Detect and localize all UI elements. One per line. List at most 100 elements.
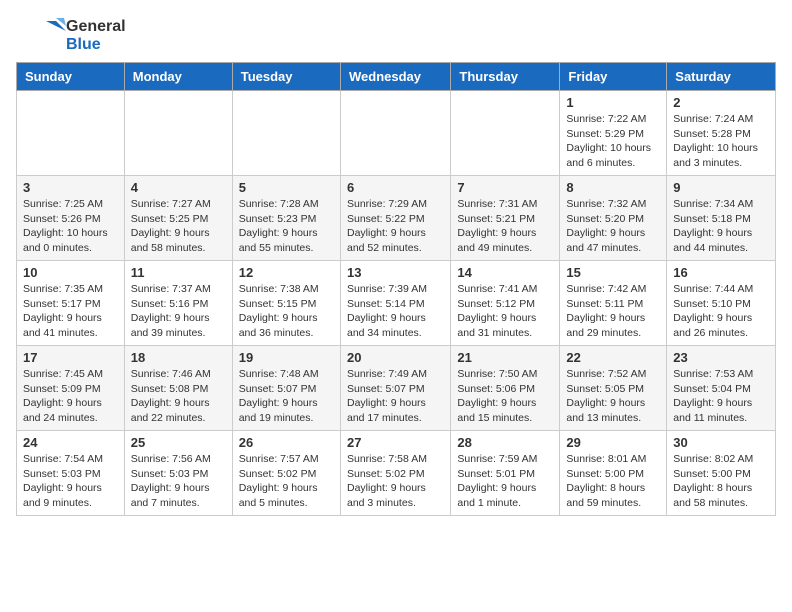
calendar-cell: 25Sunrise: 7:56 AM Sunset: 5:03 PM Dayli… [124,431,232,516]
day-number: 28 [457,435,553,450]
day-info: Sunrise: 7:25 AM Sunset: 5:26 PM Dayligh… [23,197,118,256]
weekday-header-tuesday: Tuesday [232,63,340,91]
day-number: 4 [131,180,226,195]
day-number: 7 [457,180,553,195]
calendar-cell: 2Sunrise: 7:24 AM Sunset: 5:28 PM Daylig… [667,91,776,176]
calendar-cell [451,91,560,176]
calendar-cell: 3 Sunrise: 7:25 AM Sunset: 5:26 PM Daylig… [17,176,125,261]
day-number: 21 [457,350,553,365]
day-number: 14 [457,265,553,280]
day-number: 12 [239,265,334,280]
calendar-cell [17,91,125,176]
weekday-header-sunday: Sunday [17,63,125,91]
day-info: Sunrise: 7:28 AM Sunset: 5:23 PM Dayligh… [239,197,334,256]
calendar-cell: 19 Sunrise: 7:48 AM Sunset: 5:07 PM Dayli… [232,346,340,431]
day-number: 1 [566,95,660,110]
day-info: Sunrise: 7:44 AM Sunset: 5:10 PM Dayligh… [673,282,769,341]
logo-text: GeneralBlue [66,18,126,53]
day-number: 8 [566,180,660,195]
weekday-header-thursday: Thursday [451,63,560,91]
day-number: 15 [566,265,660,280]
calendar-cell: 26 Sunrise: 7:57 AM Sunset: 5:02 PM Dayli… [232,431,340,516]
calendar-cell: 8 Sunrise: 7:32 AM Sunset: 5:20 PM Daylig… [560,176,667,261]
calendar-cell: 18 Sunrise: 7:46 AM Sunset: 5:08 PM Dayli… [124,346,232,431]
calendar-cell: 5 Sunrise: 7:28 AM Sunset: 5:23 PM Daylig… [232,176,340,261]
day-number: 3 [23,180,118,195]
day-info: Sunrise: 7:48 AM Sunset: 5:07 PM Dayligh… [239,367,334,426]
day-number: 10 [23,265,118,280]
calendar-cell: 4Sunrise: 7:27 AM Sunset: 5:25 PM Daylig… [124,176,232,261]
calendar-cell: 22 Sunrise: 7:52 AM Sunset: 5:05 PM Dayli… [560,346,667,431]
day-number: 5 [239,180,334,195]
day-info: Sunrise: 7:38 AM Sunset: 5:15 PM Dayligh… [239,282,334,341]
day-info: Sunrise: 7:49 AM Sunset: 5:07 PM Dayligh… [347,367,444,426]
calendar-cell: 13Sunrise: 7:39 AM Sunset: 5:14 PM Dayli… [340,261,450,346]
day-info: Sunrise: 7:57 AM Sunset: 5:02 PM Dayligh… [239,452,334,511]
calendar-cell: 24 Sunrise: 7:54 AM Sunset: 5:03 PM Dayli… [17,431,125,516]
day-number: 22 [566,350,660,365]
day-number: 23 [673,350,769,365]
day-number: 19 [239,350,334,365]
day-info: Sunrise: 8:02 AM Sunset: 5:00 PM Dayligh… [673,452,769,511]
weekday-header-monday: Monday [124,63,232,91]
day-number: 17 [23,350,118,365]
calendar-cell: 21 Sunrise: 7:50 AM Sunset: 5:06 PM Dayli… [451,346,560,431]
day-info: Sunrise: 7:22 AM Sunset: 5:29 PM Dayligh… [566,112,660,171]
calendar-cell: 10 Sunrise: 7:35 AM Sunset: 5:17 PM Dayli… [17,261,125,346]
day-number: 24 [23,435,118,450]
day-info: Sunrise: 7:41 AM Sunset: 5:12 PM Dayligh… [457,282,553,341]
day-info: Sunrise: 7:32 AM Sunset: 5:20 PM Dayligh… [566,197,660,256]
weekday-header-saturday: Saturday [667,63,776,91]
week-row-2: 3 Sunrise: 7:25 AM Sunset: 5:26 PM Daylig… [17,176,776,261]
calendar-cell: 7Sunrise: 7:31 AM Sunset: 5:21 PM Daylig… [451,176,560,261]
logo-blue: Blue [66,36,126,54]
day-info: Sunrise: 7:37 AM Sunset: 5:16 PM Dayligh… [131,282,226,341]
calendar-cell: 30 Sunrise: 8:02 AM Sunset: 5:00 PM Dayli… [667,431,776,516]
calendar-cell: 9 Sunrise: 7:34 AM Sunset: 5:18 PM Daylig… [667,176,776,261]
logo: GeneralBlue [16,16,126,56]
calendar-cell: 11 Sunrise: 7:37 AM Sunset: 5:16 PM Dayli… [124,261,232,346]
calendar-cell [340,91,450,176]
calendar-cell: 14 Sunrise: 7:41 AM Sunset: 5:12 PM Dayli… [451,261,560,346]
day-number: 11 [131,265,226,280]
calendar-cell [124,91,232,176]
calendar-cell: 28 Sunrise: 7:59 AM Sunset: 5:01 PM Dayli… [451,431,560,516]
calendar-cell: 27 Sunrise: 7:58 AM Sunset: 5:02 PM Dayli… [340,431,450,516]
day-number: 30 [673,435,769,450]
day-info: Sunrise: 7:52 AM Sunset: 5:05 PM Dayligh… [566,367,660,426]
weekday-header-friday: Friday [560,63,667,91]
day-number: 13 [347,265,444,280]
calendar-cell: 20Sunrise: 7:49 AM Sunset: 5:07 PM Dayli… [340,346,450,431]
day-number: 29 [566,435,660,450]
day-info: Sunrise: 7:54 AM Sunset: 5:03 PM Dayligh… [23,452,118,511]
day-info: Sunrise: 7:58 AM Sunset: 5:02 PM Dayligh… [347,452,444,511]
day-info: Sunrise: 7:35 AM Sunset: 5:17 PM Dayligh… [23,282,118,341]
calendar-cell [232,91,340,176]
logo-general: General [66,18,126,36]
calendar-cell: 29 Sunrise: 8:01 AM Sunset: 5:00 PM Dayli… [560,431,667,516]
calendar-cell: 23 Sunrise: 7:53 AM Sunset: 5:04 PM Dayli… [667,346,776,431]
day-info: Sunrise: 7:45 AM Sunset: 5:09 PM Dayligh… [23,367,118,426]
day-info: Sunrise: 7:56 AM Sunset: 5:03 PM Dayligh… [131,452,226,511]
day-number: 6 [347,180,444,195]
day-number: 18 [131,350,226,365]
day-info: Sunrise: 7:50 AM Sunset: 5:06 PM Dayligh… [457,367,553,426]
day-number: 9 [673,180,769,195]
day-info: Sunrise: 7:46 AM Sunset: 5:08 PM Dayligh… [131,367,226,426]
calendar-cell: 16 Sunrise: 7:44 AM Sunset: 5:10 PM Dayli… [667,261,776,346]
day-number: 16 [673,265,769,280]
calendar-cell: 1 Sunrise: 7:22 AM Sunset: 5:29 PM Daylig… [560,91,667,176]
calendar-cell: 6 Sunrise: 7:29 AM Sunset: 5:22 PM Daylig… [340,176,450,261]
day-info: Sunrise: 7:59 AM Sunset: 5:01 PM Dayligh… [457,452,553,511]
day-number: 27 [347,435,444,450]
week-row-5: 24 Sunrise: 7:54 AM Sunset: 5:03 PM Dayli… [17,431,776,516]
day-info: Sunrise: 7:53 AM Sunset: 5:04 PM Dayligh… [673,367,769,426]
day-info: Sunrise: 7:29 AM Sunset: 5:22 PM Dayligh… [347,197,444,256]
calendar-cell: 17 Sunrise: 7:45 AM Sunset: 5:09 PM Dayli… [17,346,125,431]
weekday-header-row: SundayMondayTuesdayWednesdayThursdayFrid… [17,63,776,91]
day-info: Sunrise: 8:01 AM Sunset: 5:00 PM Dayligh… [566,452,660,511]
calendar-table: SundayMondayTuesdayWednesdayThursdayFrid… [16,62,776,516]
weekday-header-wednesday: Wednesday [340,63,450,91]
day-info: Sunrise: 7:34 AM Sunset: 5:18 PM Dayligh… [673,197,769,256]
day-number: 26 [239,435,334,450]
